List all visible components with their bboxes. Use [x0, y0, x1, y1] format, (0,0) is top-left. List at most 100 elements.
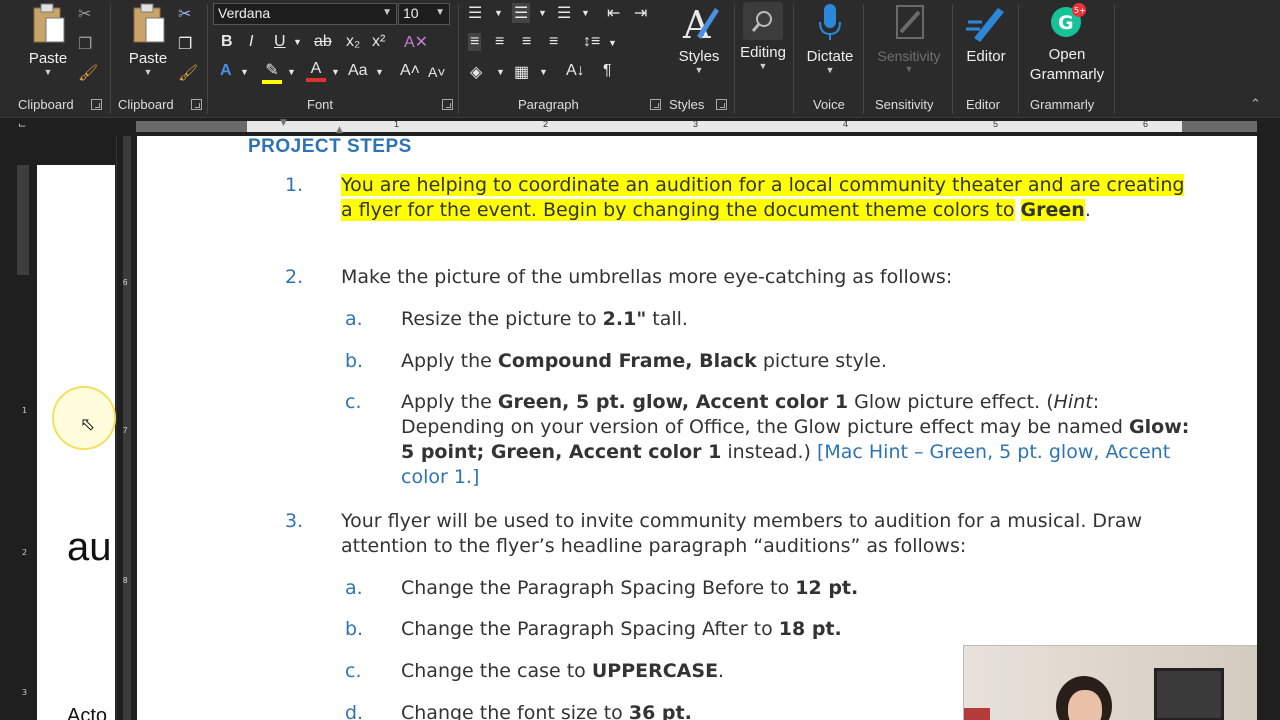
numbering-icon[interactable]: ☰: [512, 3, 531, 23]
section-heading: PROJECT STEPS: [248, 136, 412, 157]
change-case-dropdown-icon[interactable]: ▼: [375, 67, 384, 77]
ribbon: Paste ▼ ✂ ❐ 🖌 Clipboard Paste ▼ ✂ ❐ 🖌 Cl…: [0, 0, 1280, 118]
webcam-overlay: [963, 645, 1257, 720]
paragraph-group-label: Paragraph: [518, 97, 579, 112]
cut-icon[interactable]: ✂: [178, 4, 191, 24]
svg-text:G: G: [1058, 12, 1074, 34]
horizontal-ruler[interactable]: ⌙ ▼ ▲ 1 2 3 4 5 6: [0, 118, 1280, 136]
multilevel-dropdown-icon[interactable]: ▼: [581, 8, 590, 18]
editor-button[interactable]: Editor: [960, 2, 1012, 65]
shading-dropdown-icon[interactable]: ▼: [496, 67, 505, 77]
numbering-dropdown-icon[interactable]: ▼: [538, 8, 547, 18]
scrollbar[interactable]: [17, 165, 29, 275]
list-item: Apply the Green, 5 pt. glow, Accent colo…: [401, 391, 1190, 488]
justify-icon[interactable]: ≡: [549, 33, 558, 51]
copy-icon[interactable]: ❐: [78, 34, 92, 54]
shrink-font-button[interactable]: A˅: [428, 64, 446, 80]
change-case-button[interactable]: Aa: [348, 62, 368, 80]
dictate-button[interactable]: Dictate ▼: [804, 2, 856, 75]
styles-button[interactable]: A Styles ▼: [674, 2, 724, 75]
list-number: 2.: [285, 266, 304, 288]
bullets-dropdown-icon[interactable]: ▼: [494, 8, 503, 18]
styles-group-label: Styles: [669, 97, 705, 112]
clipboard-launcher-icon[interactable]: [91, 99, 102, 110]
document-page[interactable]: PROJECT STEPS 1. You are helping to coor…: [137, 136, 1257, 720]
underline-dropdown-icon[interactable]: ▼: [293, 37, 302, 47]
cut-icon[interactable]: ✂: [78, 4, 91, 24]
tab-selector-icon[interactable]: ⌙: [18, 120, 26, 131]
list-number: 3.: [285, 510, 304, 532]
underline-button[interactable]: U: [274, 33, 286, 51]
increase-indent-icon[interactable]: ⇥: [634, 3, 647, 23]
bold-button[interactable]: B: [221, 33, 233, 51]
list-letter: b.: [345, 350, 364, 372]
line-spacing-dropdown-icon[interactable]: ▼: [608, 38, 617, 48]
styles-launcher-icon[interactable]: [716, 99, 727, 110]
indent-marker-icon[interactable]: ▼: [280, 118, 287, 128]
sensitivity-icon: [896, 5, 924, 39]
italic-button[interactable]: I: [249, 33, 253, 51]
list-letter: b.: [345, 618, 364, 640]
clipboard-group-label: Clipboard: [18, 97, 74, 112]
editing-button[interactable]: Editing ▼: [737, 2, 789, 71]
list-item: Apply the Compound Frame, Black picture …: [401, 350, 887, 372]
font-group-label: Font: [307, 97, 334, 112]
font-launcher-icon[interactable]: [442, 99, 453, 110]
shading-icon[interactable]: ◈: [470, 62, 482, 82]
paste-button-left[interactable]: Paste ▼: [27, 2, 69, 77]
grow-font-button[interactable]: A˄: [400, 62, 420, 80]
vertical-ruler[interactable]: 6 7 8: [116, 136, 136, 720]
text-effects-icon[interactable]: A: [220, 62, 232, 80]
list-item: Resize the picture to 2.1" tall.: [401, 308, 688, 330]
strikethrough-button[interactable]: ab: [314, 33, 332, 51]
list-item: Change the Paragraph Spacing Before to 1…: [401, 577, 859, 599]
superscript-button[interactable]: x²: [372, 33, 385, 51]
chevron-down-icon: ▼: [435, 7, 445, 18]
list-letter: c.: [345, 660, 362, 682]
font-size-combo[interactable]: 10 ▼: [398, 3, 450, 25]
sort-icon[interactable]: A↓: [566, 62, 585, 80]
align-right-icon[interactable]: ≡: [522, 33, 531, 51]
font-name-combo[interactable]: Verdana ▼: [213, 3, 397, 25]
bullets-icon[interactable]: ☰: [468, 3, 482, 23]
list-item: Change the Paragraph Spacing After to 18…: [401, 618, 842, 640]
align-left-icon[interactable]: ≡: [468, 33, 482, 51]
format-painter-icon[interactable]: 🖌: [178, 63, 198, 83]
search-icon: [751, 11, 772, 32]
list-letter: c.: [345, 391, 362, 413]
font-color-icon[interactable]: A: [306, 60, 326, 82]
clipboard-launcher-icon[interactable]: [191, 99, 202, 110]
multilevel-list-icon[interactable]: ☰: [557, 3, 571, 23]
styles-icon: A: [682, 3, 719, 47]
list-item: Your flyer will be used to invite commun…: [341, 510, 1143, 557]
collapse-ribbon-icon[interactable]: ⌃: [1250, 96, 1261, 112]
paste-button[interactable]: Paste ▼: [127, 2, 169, 77]
grammarly-group-label: Grammarly: [1030, 97, 1095, 112]
subscript-button[interactable]: x₂: [346, 33, 360, 51]
voice-group-label: Voice: [813, 97, 845, 112]
highlight-icon[interactable]: ✎: [262, 60, 282, 84]
thumbnail-text: au: [67, 525, 112, 569]
borders-dropdown-icon[interactable]: ▼: [539, 67, 548, 77]
highlight-dropdown-icon[interactable]: ▼: [287, 67, 296, 77]
align-center-icon[interactable]: ≡: [495, 33, 504, 51]
borders-icon[interactable]: ▦: [514, 62, 529, 82]
list-item: Make the picture of the umbrellas more e…: [341, 266, 953, 288]
vertical-scrollbar[interactable]: [1257, 136, 1280, 720]
paste-icon: [133, 3, 165, 43]
microphone-icon: [819, 4, 841, 40]
clear-formatting-icon[interactable]: A✕: [404, 32, 428, 52]
format-painter-icon[interactable]: 🖌: [78, 63, 98, 83]
sensitivity-button[interactable]: Sensitivity ▼: [872, 2, 946, 74]
mouse-pointer-icon: ⬁: [80, 414, 96, 435]
copy-icon[interactable]: ❐: [178, 34, 192, 54]
font-color-dropdown-icon[interactable]: ▼: [331, 67, 340, 77]
indent-marker-icon[interactable]: ▲: [336, 125, 343, 135]
decrease-indent-icon[interactable]: ⇤: [607, 3, 620, 23]
open-grammarly-button[interactable]: G 5+ Open Grammarly: [1026, 2, 1108, 83]
list-letter: a.: [345, 577, 363, 599]
paragraph-launcher-icon[interactable]: [650, 99, 661, 110]
line-spacing-icon[interactable]: ↕≡: [583, 33, 600, 51]
show-marks-button[interactable]: ¶: [603, 62, 612, 80]
text-effects-dropdown-icon[interactable]: ▼: [240, 67, 249, 77]
